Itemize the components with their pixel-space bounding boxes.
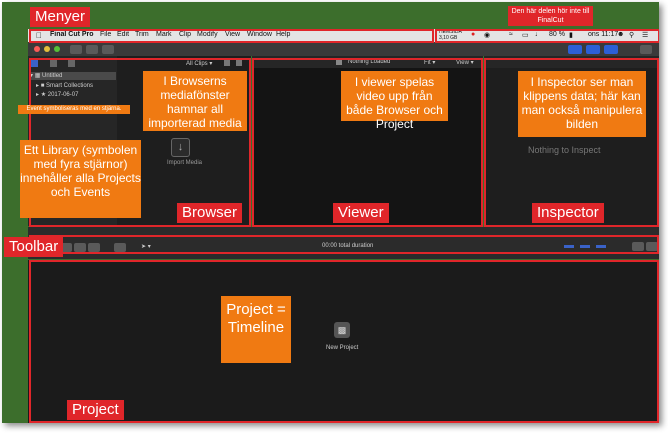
note-library: Ett Library (symbolen med fyra stjärnor)… xyxy=(20,140,141,218)
show-inspector-button[interactable] xyxy=(604,45,618,54)
label-not-finalcut: Den här delen hör inte till FinalCut xyxy=(508,6,593,26)
note-viewer: I viewer spelas video upp från både Brow… xyxy=(341,71,448,131)
note-project-timeline: Project = Timeline xyxy=(221,296,291,363)
keyword-button[interactable] xyxy=(86,45,98,54)
zoom-window-icon[interactable] xyxy=(54,46,60,52)
minimize-window-icon[interactable] xyxy=(44,46,50,52)
background-tasks-button[interactable] xyxy=(102,45,114,54)
label-project: Project xyxy=(67,400,124,420)
note-inspector: I Inspector ser man klippens data; här k… xyxy=(518,71,646,137)
screenshot-frame:  Final Cut Pro File Edit Trim Mark Clip… xyxy=(2,2,659,423)
project-highlight-box xyxy=(29,260,659,423)
show-timeline-button[interactable] xyxy=(586,45,600,54)
label-toolbar: Toolbar xyxy=(4,237,64,257)
label-menyer: Menyer xyxy=(30,7,91,27)
note-event-symbol: Event symboliseras med en stjärna. xyxy=(18,105,130,114)
system-menu-highlight-box xyxy=(435,29,659,43)
import-button[interactable] xyxy=(70,45,82,54)
menu-highlight-box xyxy=(29,29,434,43)
share-button[interactable] xyxy=(640,45,652,54)
label-viewer: Viewer xyxy=(333,203,389,223)
show-browser-button[interactable] xyxy=(568,45,582,54)
toolbar-highlight-box xyxy=(29,235,659,254)
close-window-icon[interactable] xyxy=(34,46,40,52)
label-inspector: Inspector xyxy=(532,203,604,223)
label-browser: Browser xyxy=(177,203,243,223)
app-toolbar xyxy=(28,42,659,56)
note-browser-media: I Browserns mediafönster hamnar all impo… xyxy=(143,71,247,131)
